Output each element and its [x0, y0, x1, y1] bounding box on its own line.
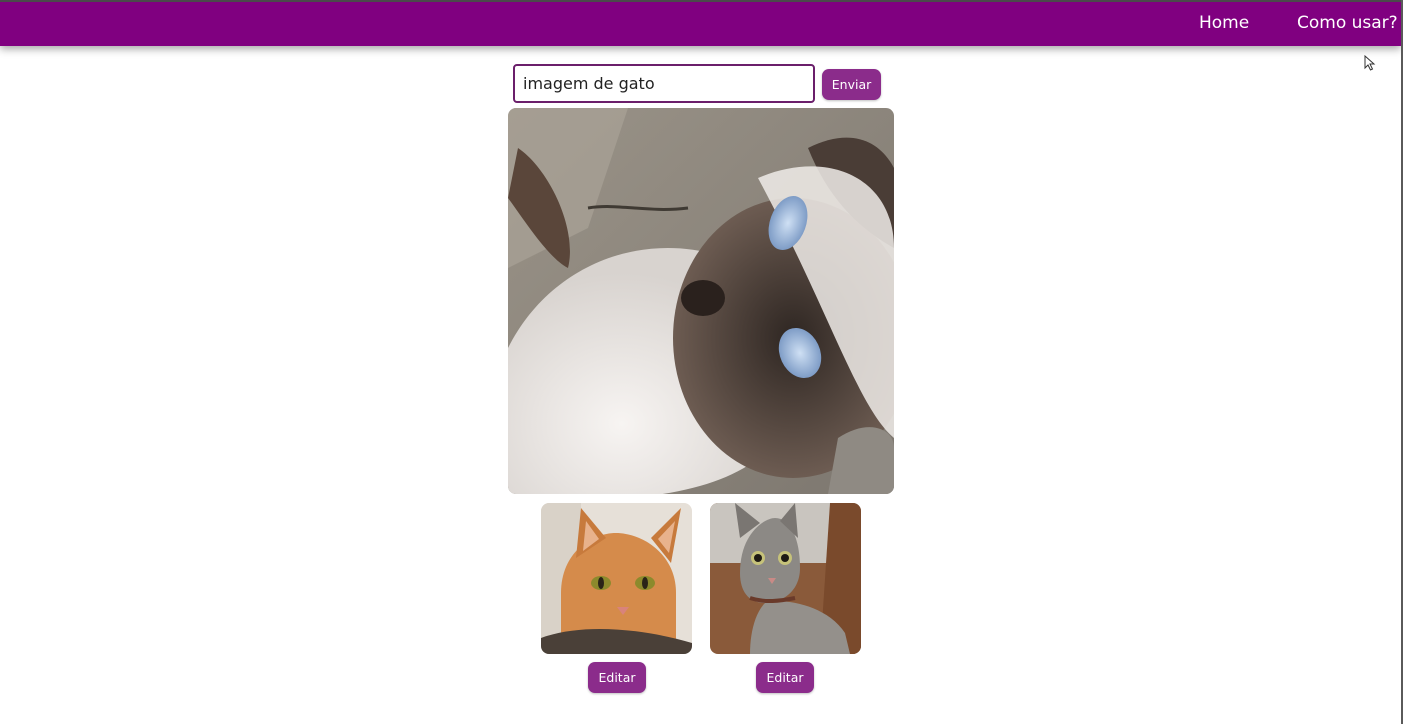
send-button[interactable]: Enviar	[822, 69, 881, 100]
nav-home-link[interactable]: Home	[1199, 13, 1249, 33]
edit-button-2[interactable]: Editar	[756, 662, 814, 693]
edit-button-1[interactable]: Editar	[588, 662, 646, 693]
mouse-pointer-icon	[1364, 55, 1376, 71]
thumbnail-image-1[interactable]	[541, 503, 692, 654]
generated-image-main	[508, 108, 894, 494]
prompt-input[interactable]	[513, 64, 815, 103]
thumbnail-image-2[interactable]	[710, 503, 861, 654]
top-navbar: Home Como usar?	[0, 0, 1401, 46]
nav-how-to-use-link[interactable]: Como usar?	[1297, 13, 1398, 33]
